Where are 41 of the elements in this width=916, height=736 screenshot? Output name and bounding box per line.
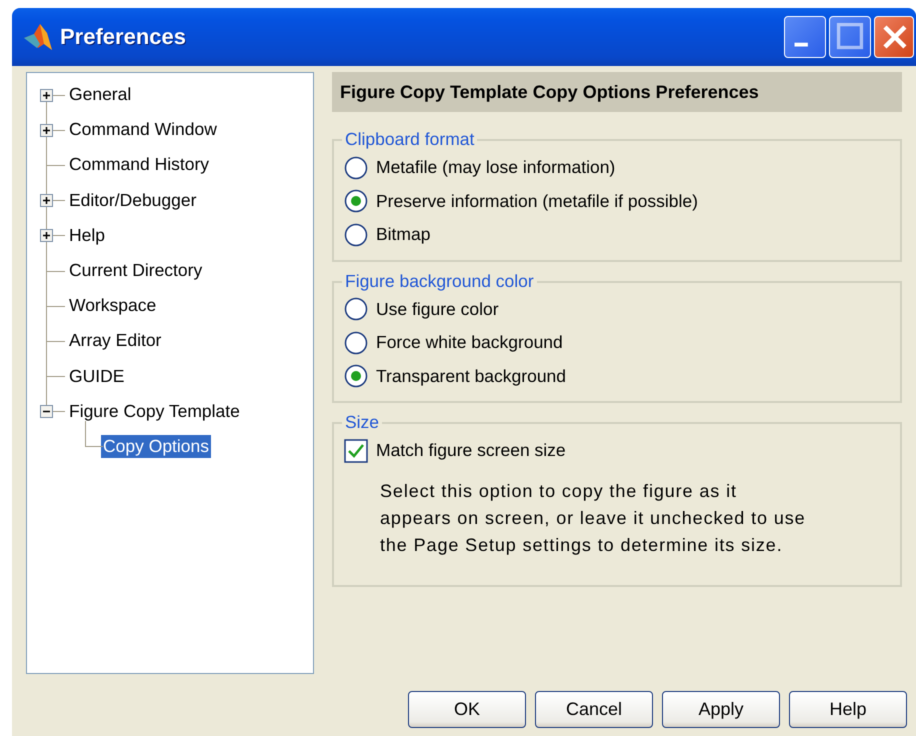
option-label: Force white background: [376, 332, 563, 354]
tree-item[interactable]: Copy Options: [101, 434, 212, 458]
window-title: Preferences: [60, 24, 187, 50]
tree-item[interactable]: Command History: [67, 153, 212, 176]
close-icon[interactable]: [874, 16, 914, 58]
radio-button-selected[interactable]: [344, 364, 368, 388]
tree-item[interactable]: Workspace: [67, 294, 158, 318]
collapse-icon[interactable]: [40, 405, 53, 418]
radio-button[interactable]: [344, 222, 368, 247]
tree-item[interactable]: Array Editor: [67, 329, 164, 352]
expand-icon[interactable]: [40, 194, 53, 208]
maximize-icon[interactable]: [829, 16, 871, 58]
expand-icon[interactable]: [40, 229, 53, 242]
minimize-icon[interactable]: [784, 16, 826, 58]
option-label: Bitmap: [376, 224, 430, 246]
tree-item[interactable]: GUIDE: [67, 364, 126, 388]
dialog-button[interactable]: Apply: [662, 691, 780, 728]
radio-button[interactable]: [344, 330, 368, 355]
tree-item[interactable]: Help: [67, 224, 107, 247]
expand-icon[interactable]: [40, 124, 53, 137]
expand-icon[interactable]: [40, 88, 53, 102]
app-logo-icon: [22, 22, 54, 52]
radio-button[interactable]: [344, 156, 368, 180]
checkbox[interactable]: [344, 438, 368, 463]
dialog-button[interactable]: OK: [408, 691, 526, 728]
tree-item[interactable]: Editor/Debugger: [67, 188, 198, 212]
tree-item[interactable]: Current Directory: [67, 259, 204, 282]
tree-item[interactable]: Command Window: [67, 118, 219, 142]
tree-item[interactable]: General: [67, 83, 134, 106]
option-label: Preserve information (metafile if possible): [376, 190, 698, 212]
panel-title: Figure Copy Template Copy Options Preferences: [332, 72, 902, 112]
option-label: Match figure screen size: [376, 440, 566, 462]
option-label: Transparent background: [376, 366, 566, 387]
radio-button-selected[interactable]: [344, 189, 368, 214]
dialog-button[interactable]: Cancel: [535, 691, 653, 728]
dialog-button[interactable]: Help: [789, 691, 907, 728]
option-label: Metafile (may lose information): [376, 157, 616, 178]
description-text: Select this option to copy the figure as it appears on screen, or leave it unchecked to use the Page Setup settings to determine its size.: [380, 480, 807, 557]
tree-item[interactable]: Figure Copy Template: [67, 400, 242, 423]
radio-button[interactable]: [344, 297, 368, 322]
option-label: Use figure color: [376, 298, 499, 320]
